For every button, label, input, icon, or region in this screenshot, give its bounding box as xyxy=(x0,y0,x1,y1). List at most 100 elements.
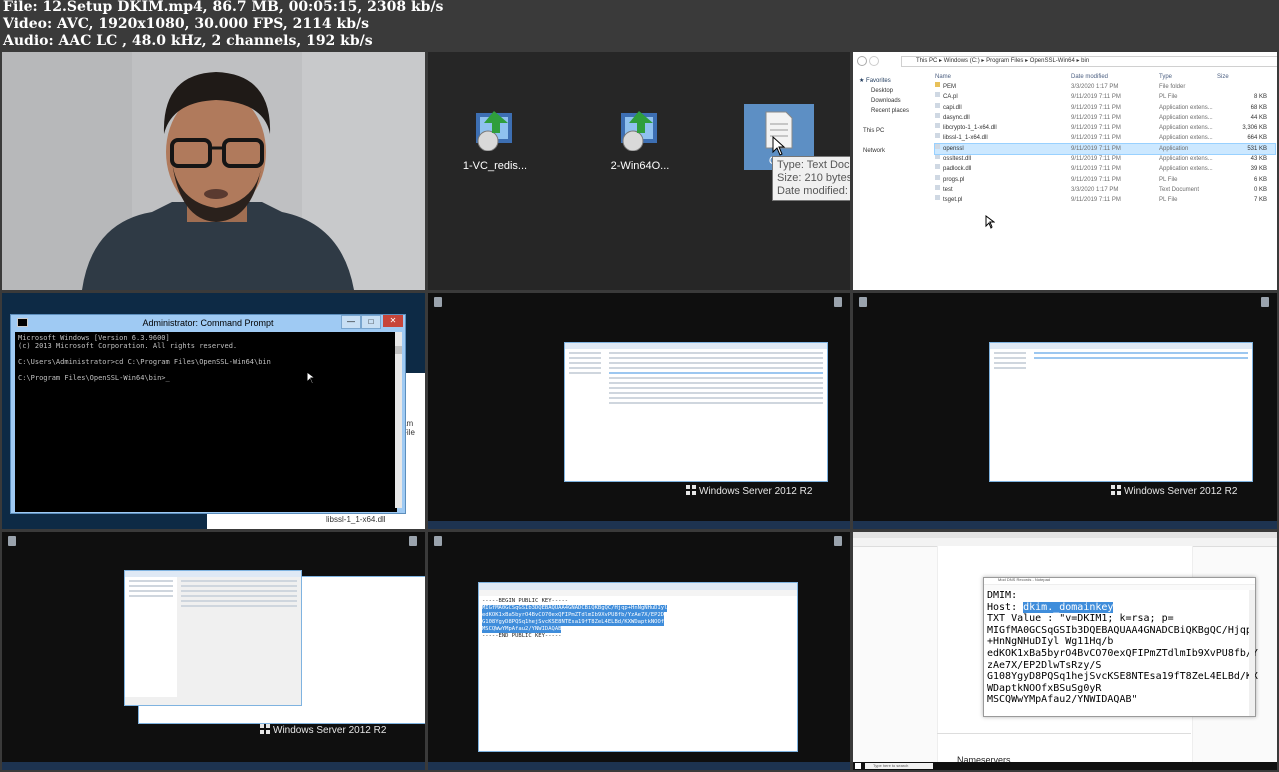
file-name: CA.pl xyxy=(943,94,958,101)
file-name: padlock.dll xyxy=(943,166,972,173)
cmd-titlebar: Administrator: Command Prompt — □ ✕ xyxy=(11,315,405,331)
notepad-scrollbar[interactable] xyxy=(1249,590,1255,716)
taskbar[interactable] xyxy=(2,762,425,770)
windows-taskbar: Type here to search xyxy=(853,762,1277,770)
start-button[interactable] xyxy=(855,763,861,769)
file-icon xyxy=(935,102,940,108)
console-line: C:\Program Files\OpenSSL-Win64\bin>_ xyxy=(18,374,170,382)
mini-explorer-window xyxy=(564,342,828,482)
breadcrumb-item[interactable]: bin xyxy=(1081,58,1089,64)
thumbnail-file-explorer: This PC ▸ Windows (C:) ▸ Program Files ▸… xyxy=(853,52,1277,290)
column-type[interactable]: Type xyxy=(1159,72,1217,82)
column-headers: Name Date modified Type Size xyxy=(935,72,1275,82)
taskbar[interactable] xyxy=(428,762,850,770)
file-date: 9/11/2019 7:11 PM xyxy=(1071,135,1121,142)
dmim-label: DMIM: xyxy=(987,590,1018,601)
file-type: PL File xyxy=(1159,176,1178,183)
file-size: 43 KB xyxy=(1250,156,1267,163)
file-size: 0 KB xyxy=(1253,186,1267,193)
file-row[interactable]: libcrypto-1_1-x64.dll 9/11/2019 7:11 PM Ap… xyxy=(935,123,1275,133)
recycle-bin-icon xyxy=(434,536,442,546)
file-type: File folder xyxy=(1159,84,1186,90)
file-row[interactable]: openssl 9/11/2019 7:11 PM Application 531 K… xyxy=(934,142,1276,156)
windows-server-text: Windows Server 2012 R2 xyxy=(699,486,813,497)
file-row[interactable]: padlock.dll 9/11/2019 7:11 PM Application … xyxy=(935,164,1275,174)
nav-network[interactable]: Network xyxy=(859,146,931,156)
close-button[interactable]: ✕ xyxy=(383,315,403,327)
file-size: 6 KB xyxy=(1253,176,1267,183)
breadcrumb-item[interactable]: OpenSSL-Win64 xyxy=(1030,58,1075,64)
file-row[interactable]: libssl-1_1-x64.dll 9/11/2019 7:11 PM Appli… xyxy=(935,133,1275,143)
breadcrumb-item[interactable]: Program Files xyxy=(986,58,1023,64)
windows-flag-icon xyxy=(260,724,270,734)
file-row[interactable]: capi.dll 9/11/2019 7:11 PM Application ext… xyxy=(935,102,1275,113)
file-row[interactable]: tsget.pl 9/11/2019 7:11 PM PL File 7 KB xyxy=(935,195,1275,205)
forward-button[interactable] xyxy=(869,56,879,66)
file-size: 664 KB xyxy=(1247,135,1267,142)
file-row[interactable]: ossltest.dll 9/11/2019 7:11 PM Application… xyxy=(935,154,1275,164)
file-size: 531 KB xyxy=(1247,145,1267,152)
windows-flag-icon xyxy=(686,485,696,495)
file-type: Application extens... xyxy=(1159,104,1213,111)
file-type: PL File xyxy=(1159,94,1178,101)
mouse-cursor-icon xyxy=(985,215,995,229)
file-row[interactable]: PEM 3/3/2020 1:17 PM File folder xyxy=(935,82,1275,92)
file-name: dasync.dll xyxy=(943,114,970,121)
file-row[interactable]: test 3/3/2020 1:17 PM Text Document 0 KB xyxy=(935,184,1275,195)
behind-window-file: libssl-1_1-x64.dll xyxy=(326,515,386,524)
nav-this-pc[interactable]: This PC xyxy=(859,126,931,136)
desktop-icon-label: 2-Win64O... xyxy=(610,160,670,172)
file-size: 3,306 KB xyxy=(1242,125,1267,132)
file-icon xyxy=(935,143,940,149)
txt-value-line: WDaptkNOOfxBSuSg0yR xyxy=(987,682,1102,694)
column-name[interactable]: Name xyxy=(935,72,1071,82)
file-size xyxy=(1217,82,1267,92)
nav-item-downloads[interactable]: Downloads xyxy=(859,96,931,106)
maximize-button[interactable]: □ xyxy=(361,315,381,329)
taskbar-search-input[interactable]: Type here to search xyxy=(865,763,933,769)
thumbnail-server-explorer-folder: Windows Server 2012 R2 xyxy=(853,293,1277,529)
taskbar[interactable] xyxy=(853,521,1277,529)
file-date: 9/11/2019 7:11 PM xyxy=(1071,176,1121,183)
file-name: libssl-1_1-x64.dll xyxy=(943,135,988,142)
console-line: C:\Users\Administrator>cd C:\Program Fil… xyxy=(18,358,271,366)
back-button[interactable] xyxy=(857,56,867,66)
desktop-icon-win64openssl[interactable]: 2-Win64O... xyxy=(602,107,678,172)
file-size: 8 KB xyxy=(1253,94,1267,101)
desktop-icon-vcredist[interactable]: 1-VC_redis... xyxy=(460,107,530,172)
file-icon xyxy=(935,164,940,170)
nav-item-desktop[interactable]: Desktop xyxy=(859,86,931,96)
file-name: openssl xyxy=(943,145,964,152)
column-date[interactable]: Date modified xyxy=(1071,72,1159,82)
cmd-console[interactable]: Microsoft Windows [Version 6.3.9600] (c) … xyxy=(15,332,397,512)
column-size[interactable]: Size xyxy=(1217,72,1267,82)
minimize-button[interactable]: — xyxy=(341,315,361,329)
thumbnail-desktop: 1-VC_redis... 2-Win64O... Con Type: Text… xyxy=(428,52,850,290)
host-value-selected: dkim._domainkey xyxy=(1023,601,1114,613)
cmd-scrollbar[interactable] xyxy=(395,332,402,508)
taskbar[interactable] xyxy=(428,521,850,529)
key-line: edKOK1xBa5byrO4BvCO70exQFIPmZTdlmIb9XvPU… xyxy=(482,612,665,619)
desktop-icon-label: 1-VC_redis... xyxy=(462,160,528,172)
nav-item-recent[interactable]: Recent places xyxy=(859,106,931,116)
file-row[interactable]: progs.pl 9/11/2019 7:11 PM PL File 6 KB xyxy=(935,174,1275,185)
file-icon xyxy=(935,123,940,129)
address-bar[interactable]: This PC ▸ Windows (C:) ▸ Program Files ▸… xyxy=(901,56,1277,67)
file-row[interactable]: dasync.dll 9/11/2019 7:11 PM Application e… xyxy=(935,112,1275,123)
windows-flag-icon xyxy=(1111,485,1121,495)
key-begin-line: -----BEGIN PUBLIC KEY----- xyxy=(482,598,569,604)
nav-favorites[interactable]: ★ Favorites xyxy=(859,76,931,86)
windows-server-text: Windows Server 2012 R2 xyxy=(1124,486,1238,497)
mouse-cursor-icon xyxy=(772,136,786,156)
breadcrumb-item[interactable]: This PC xyxy=(916,58,937,64)
thumbnail-notepad-public-key: -----BEGIN PUBLIC KEY----- MIGfMA0GCSqGS… xyxy=(428,532,850,770)
computer-icon xyxy=(409,536,417,546)
breadcrumb-item[interactable]: Windows (C:) xyxy=(944,58,980,64)
presenter-figure xyxy=(82,72,354,290)
file-icon xyxy=(935,174,940,180)
file-row[interactable]: CA.pl 9/11/2019 7:11 PM PL File 8 KB xyxy=(935,92,1275,102)
file-date: 9/11/2019 7:11 PM xyxy=(1071,114,1121,121)
file-name: test xyxy=(943,186,953,193)
audio-info-line: Audio: AAC LC , 48.0 kHz, 2 channels, 19… xyxy=(3,33,373,49)
mini-dialog-window xyxy=(124,570,302,706)
